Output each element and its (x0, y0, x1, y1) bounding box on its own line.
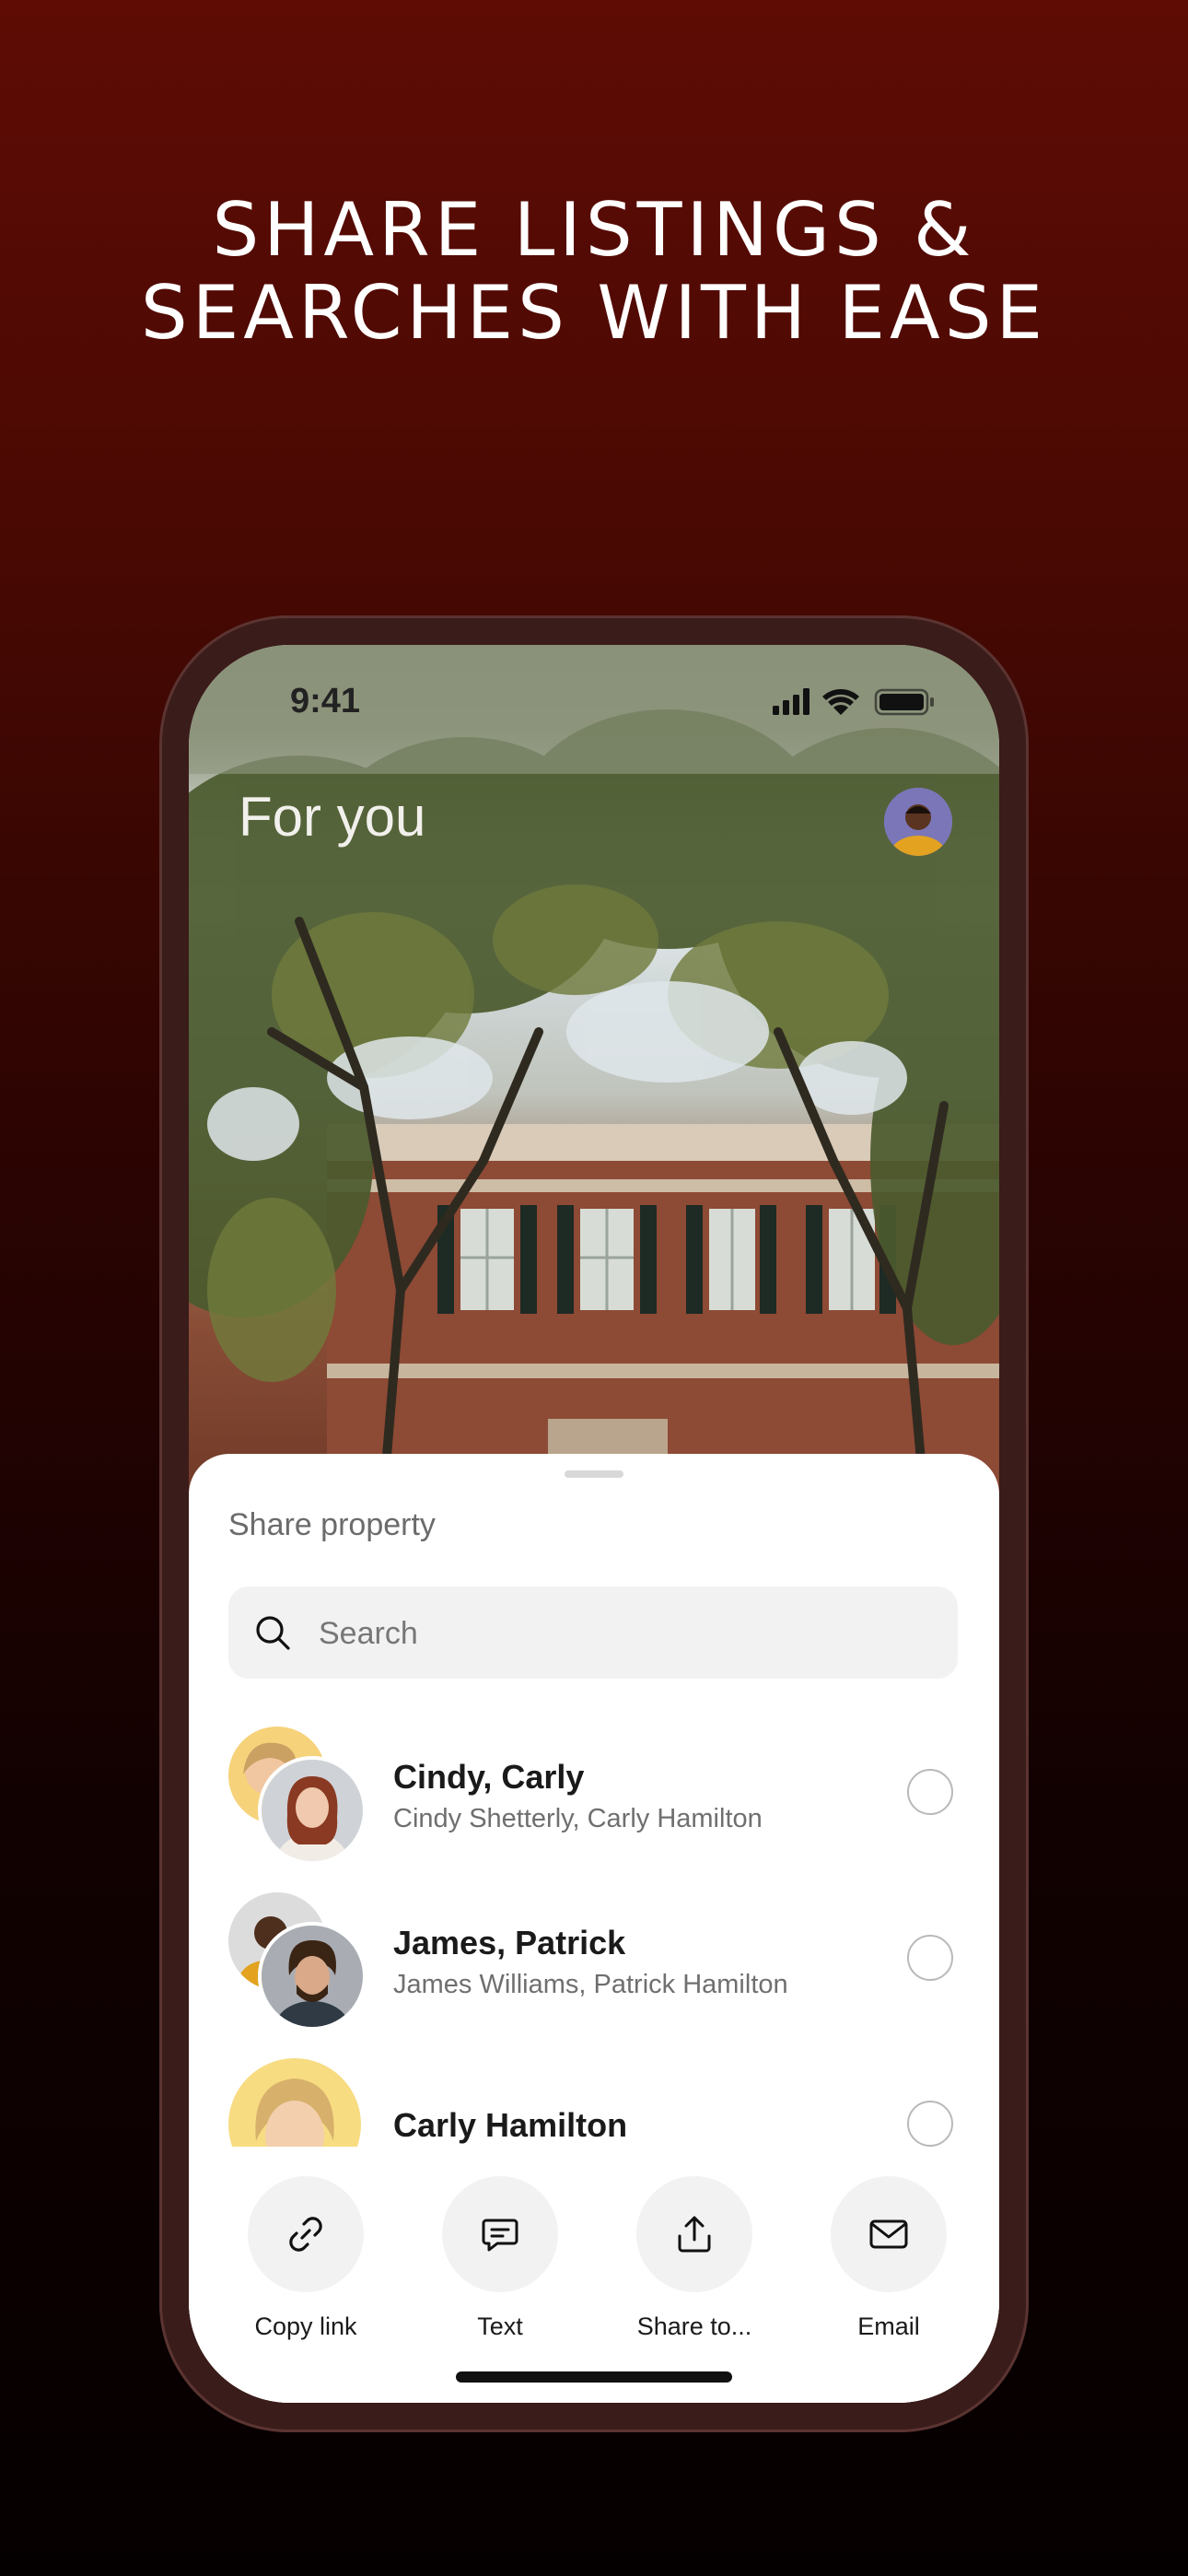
search-input[interactable] (317, 1607, 928, 1660)
sheet-grabber[interactable] (565, 1470, 623, 1478)
contact-members: Cindy Shetterly, Carly Hamilton (393, 1804, 763, 1833)
contact-name: Carly Hamilton (393, 2106, 628, 2144)
sheet-title: Share property (228, 1507, 436, 1542)
select-radio[interactable] (907, 1935, 953, 1981)
link-icon (289, 2217, 322, 2252)
search-icon (256, 1616, 290, 1650)
contact-row[interactable]: James, Patrick James Williams, Patrick H… (189, 1892, 999, 2040)
copy-link-label: Copy link (254, 2313, 357, 2340)
select-radio[interactable] (907, 1769, 953, 1815)
headline-line-2: SEARCHES WITH EASE (140, 270, 1048, 356)
property-photo[interactable] (189, 645, 999, 1511)
profile-avatar[interactable] (884, 788, 952, 856)
contact-row[interactable]: Cindy, Carly Cindy Shetterly, Carly Hami… (189, 1727, 999, 1874)
home-indicator[interactable] (456, 2371, 732, 2383)
profile-avatar-art (884, 788, 952, 856)
headline-line-1: SHARE LISTINGS & (212, 187, 976, 273)
text-label: Text (477, 2313, 523, 2340)
copy-link-action[interactable]: Copy link (209, 2176, 402, 2360)
share-to-label: Share to... (636, 2313, 752, 2340)
text-button[interactable] (442, 2176, 558, 2292)
email-action[interactable]: Email (792, 2176, 985, 2360)
share-sheet: Share property Search Cindy, Carly Cindy… (189, 1454, 999, 2403)
status-time: 9:41 (290, 682, 361, 720)
avatar (258, 1922, 367, 2031)
select-radio[interactable] (907, 2101, 953, 2147)
share-icon (678, 2216, 711, 2253)
signal-icon (773, 688, 809, 715)
avatar (258, 1756, 367, 1865)
share-to-button[interactable] (636, 2176, 752, 2292)
page-title: For you (239, 786, 426, 848)
search-bar[interactable] (228, 1587, 958, 1679)
battery-icon (874, 688, 934, 716)
email-button[interactable] (831, 2176, 947, 2292)
contact-members: James Williams, Patrick Hamilton (393, 1970, 788, 1999)
copy-link-button[interactable] (248, 2176, 364, 2292)
text-action[interactable]: Text (403, 2176, 597, 2360)
share-actions: Copy link Text Share to... Email (189, 2147, 999, 2403)
status-bar: 9:41 (189, 645, 999, 755)
email-label: Email (857, 2313, 920, 2340)
phone-screen: 9:41 For you Share property Search Cindy… (189, 645, 999, 2403)
wifi-icon (822, 689, 859, 715)
contact-name: James, Patrick (393, 1924, 626, 1961)
group-avatar (228, 1892, 367, 2031)
message-icon (482, 2219, 518, 2252)
property-photo-art (189, 645, 999, 1511)
mail-icon (869, 2219, 908, 2249)
group-avatar (228, 1727, 367, 1865)
share-to-action[interactable]: Share to... (598, 2176, 791, 2360)
contact-name: Cindy, Carly (393, 1758, 585, 1796)
status-icons (773, 688, 934, 716)
headline: SHARE LISTINGS & SEARCHES WITH EASE (0, 189, 1188, 355)
